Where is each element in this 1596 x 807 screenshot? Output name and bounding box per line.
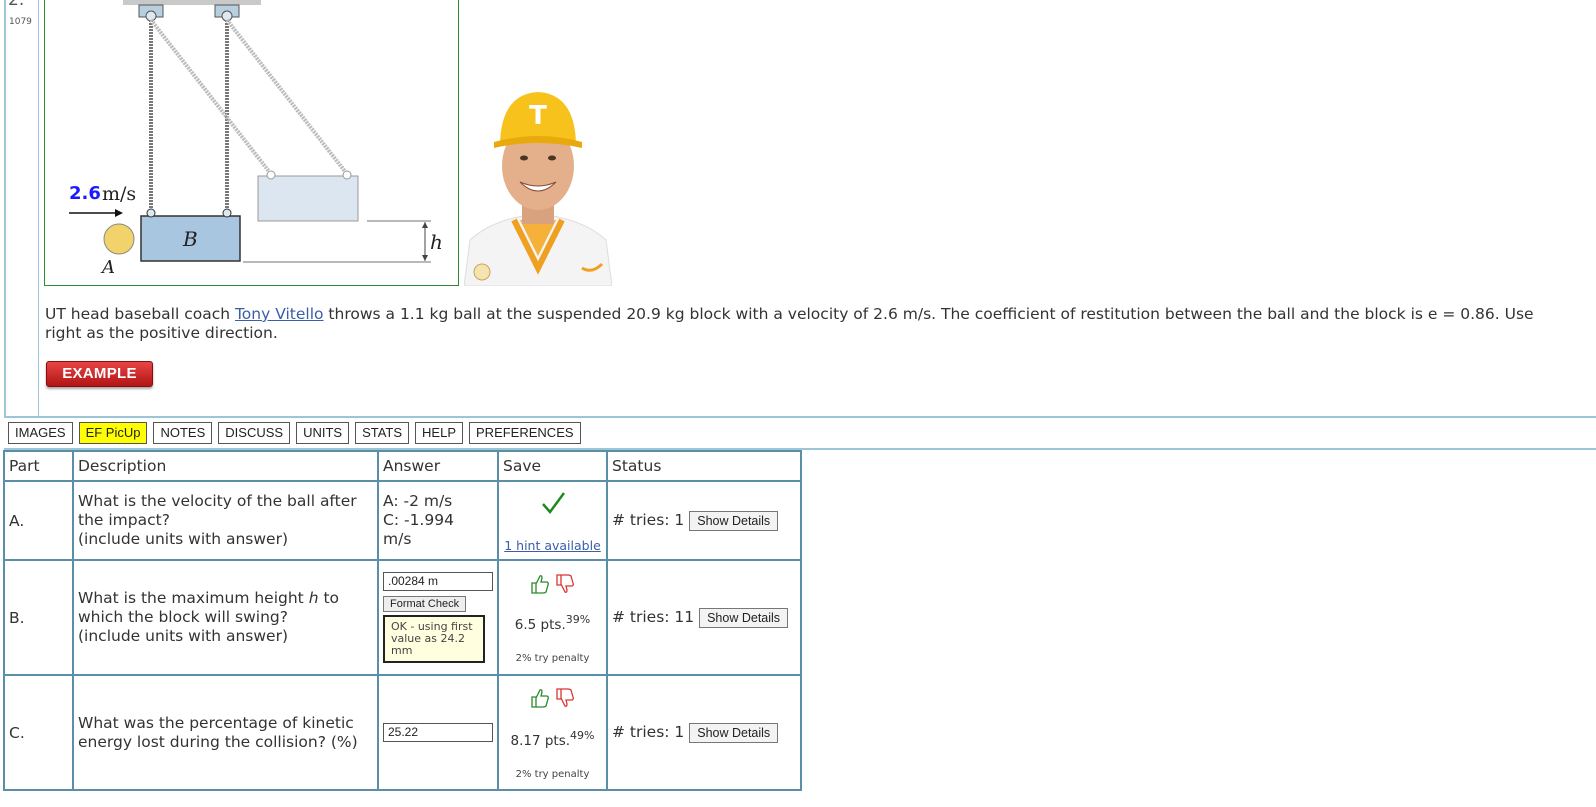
block-swung: [257, 175, 359, 222]
desc-line: What was the percentage of kinetic: [78, 713, 354, 732]
desc-line: What is the velocity of the ball after: [78, 492, 357, 510]
status-cell: # tries: 1 Show Details: [606, 674, 802, 791]
show-details-button[interactable]: Show Details: [689, 722, 779, 743]
ceiling-beam: [123, 0, 261, 5]
vote-icons: [503, 573, 602, 599]
problem-statement: UT head baseball coach Tony Vitello thro…: [45, 305, 1596, 343]
rope-swung-left: [149, 18, 273, 176]
tries-count: # tries: 11: [612, 607, 695, 626]
desc-line: which the block will swing?: [78, 608, 288, 626]
table-row: B. What is the maximum height h to which…: [3, 559, 802, 676]
format-check-button[interactable]: Format Check: [383, 596, 467, 612]
problem-text-3: right as the positive direction.: [45, 324, 278, 342]
tab-discuss[interactable]: DISCUSS: [218, 422, 291, 444]
table-row: C. What was the percentage of kinetic en…: [3, 674, 802, 791]
correct-unit: m/s: [383, 530, 412, 548]
tool-tabs: IMAGES EF PicUp NOTES DISCUSS UNITS STAT…: [8, 422, 581, 444]
checkmark-icon: [503, 490, 602, 520]
label-h: h: [430, 230, 443, 254]
parts-table: Part Description Answer Save Status A. W…: [3, 450, 802, 791]
show-details-button[interactable]: Show Details: [689, 510, 779, 531]
cap-logo: T: [529, 101, 547, 131]
question-separator: [38, 0, 39, 416]
part-description: What was the percentage of kinetic energ…: [72, 674, 379, 791]
tab-notes[interactable]: NOTES: [153, 422, 213, 444]
pivot-right: [214, 4, 240, 22]
problem-figure: B A 2.6 m/s h: [44, 0, 459, 286]
velocity-value: 2.6: [69, 183, 101, 204]
header-answer: Answer: [377, 450, 499, 482]
question-id: 1079: [9, 17, 32, 27]
try-penalty: 2% try penalty: [515, 769, 590, 781]
header-part: Part: [3, 450, 74, 482]
desc-variable: h: [308, 589, 319, 607]
part-label: C.: [3, 674, 74, 791]
thumbs-down-icon[interactable]: [555, 574, 575, 599]
answer-input[interactable]: .00284 m: [383, 572, 493, 591]
example-button[interactable]: EXAMPLE: [46, 361, 153, 387]
save-cell: 8.17 pts.49% 2% try penalty: [497, 674, 608, 791]
table-header-row: Part Description Answer Save Status: [3, 450, 802, 482]
tries-count: # tries: 1: [612, 510, 685, 529]
desc-text: to: [318, 589, 340, 607]
header-status: Status: [606, 450, 802, 482]
part-label: B.: [3, 559, 74, 676]
desc-line: (include units with answer): [78, 530, 289, 548]
answer-cell: 25.22: [377, 674, 499, 791]
points-value: 6.5 pts.: [514, 617, 566, 634]
header-description: Description: [72, 450, 379, 482]
correct-value: C: -1.994: [383, 511, 454, 529]
format-check-message: OK - using first value as 24.2 mm: [383, 615, 485, 663]
tab-stats[interactable]: STATS: [355, 422, 410, 444]
vote-icons: [503, 687, 602, 713]
answer-cell: A: -2 m/s C: -1.994 m/s: [377, 480, 499, 561]
coach-photo: T: [463, 90, 613, 287]
show-details-button[interactable]: Show Details: [699, 607, 789, 628]
problem-text-1: UT head baseball coach: [45, 305, 235, 323]
pendulum-diagram: B A 2.6 m/s h: [69, 0, 443, 278]
answer-input[interactable]: 25.22: [383, 723, 493, 742]
part-description: What is the velocity of the ball after t…: [72, 480, 379, 561]
label-b: B: [182, 227, 198, 251]
desc-text: What is the maximum height: [78, 589, 309, 607]
status-cell: # tries: 1 Show Details: [606, 480, 802, 561]
ball-a: [103, 223, 135, 255]
answer-cell: .00284 m Format Check OK - using first v…: [377, 559, 499, 676]
desc-line: the impact?: [78, 511, 170, 529]
thumbs-up-icon[interactable]: [530, 575, 555, 599]
answer-value: A: -2 m/s: [383, 492, 453, 510]
velocity-unit: m/s: [102, 183, 136, 205]
status-cell: # tries: 11 Show Details: [606, 559, 802, 676]
rope-swung-right: [225, 18, 349, 176]
save-cell: 6.5 pts.39% 2% try penalty: [497, 559, 608, 676]
points-percent: 49%: [570, 728, 595, 742]
hint-link[interactable]: 1 hint available: [504, 538, 601, 553]
desc-line: (include units with answer): [78, 627, 289, 645]
tab-images[interactable]: IMAGES: [8, 422, 73, 444]
question-number: 2.: [8, 0, 25, 10]
tab-help[interactable]: HELP: [415, 422, 464, 444]
problem-text-2: throws a 1.1 kg ball at the suspended 20…: [323, 305, 1534, 323]
try-penalty: 2% try penalty: [515, 653, 590, 665]
desc-line: What is the maximum height h to: [78, 589, 373, 608]
table-row: A. What is the velocity of the ball afte…: [3, 480, 802, 561]
tab-preferences[interactable]: PREFERENCES: [469, 422, 581, 444]
points-percent: 39%: [565, 612, 591, 626]
tab-ef-picup[interactable]: EF PicUp: [78, 422, 148, 444]
save-cell: 1 hint available: [497, 480, 608, 561]
label-a: A: [100, 257, 115, 278]
tries-count: # tries: 1: [612, 722, 685, 741]
pivot-left: [138, 4, 164, 22]
desc-line: energy lost during the collision? (%): [78, 732, 358, 751]
thumbs-down-icon[interactable]: [555, 688, 575, 713]
tab-units[interactable]: UNITS: [296, 422, 350, 444]
points-value: 8.17 pts.: [510, 733, 571, 750]
part-description: What is the maximum height h to which th…: [72, 559, 379, 676]
thumbs-up-icon[interactable]: [530, 689, 555, 713]
part-label: A.: [3, 480, 74, 561]
header-save: Save: [497, 450, 608, 482]
coach-link[interactable]: Tony Vitello: [235, 305, 324, 323]
